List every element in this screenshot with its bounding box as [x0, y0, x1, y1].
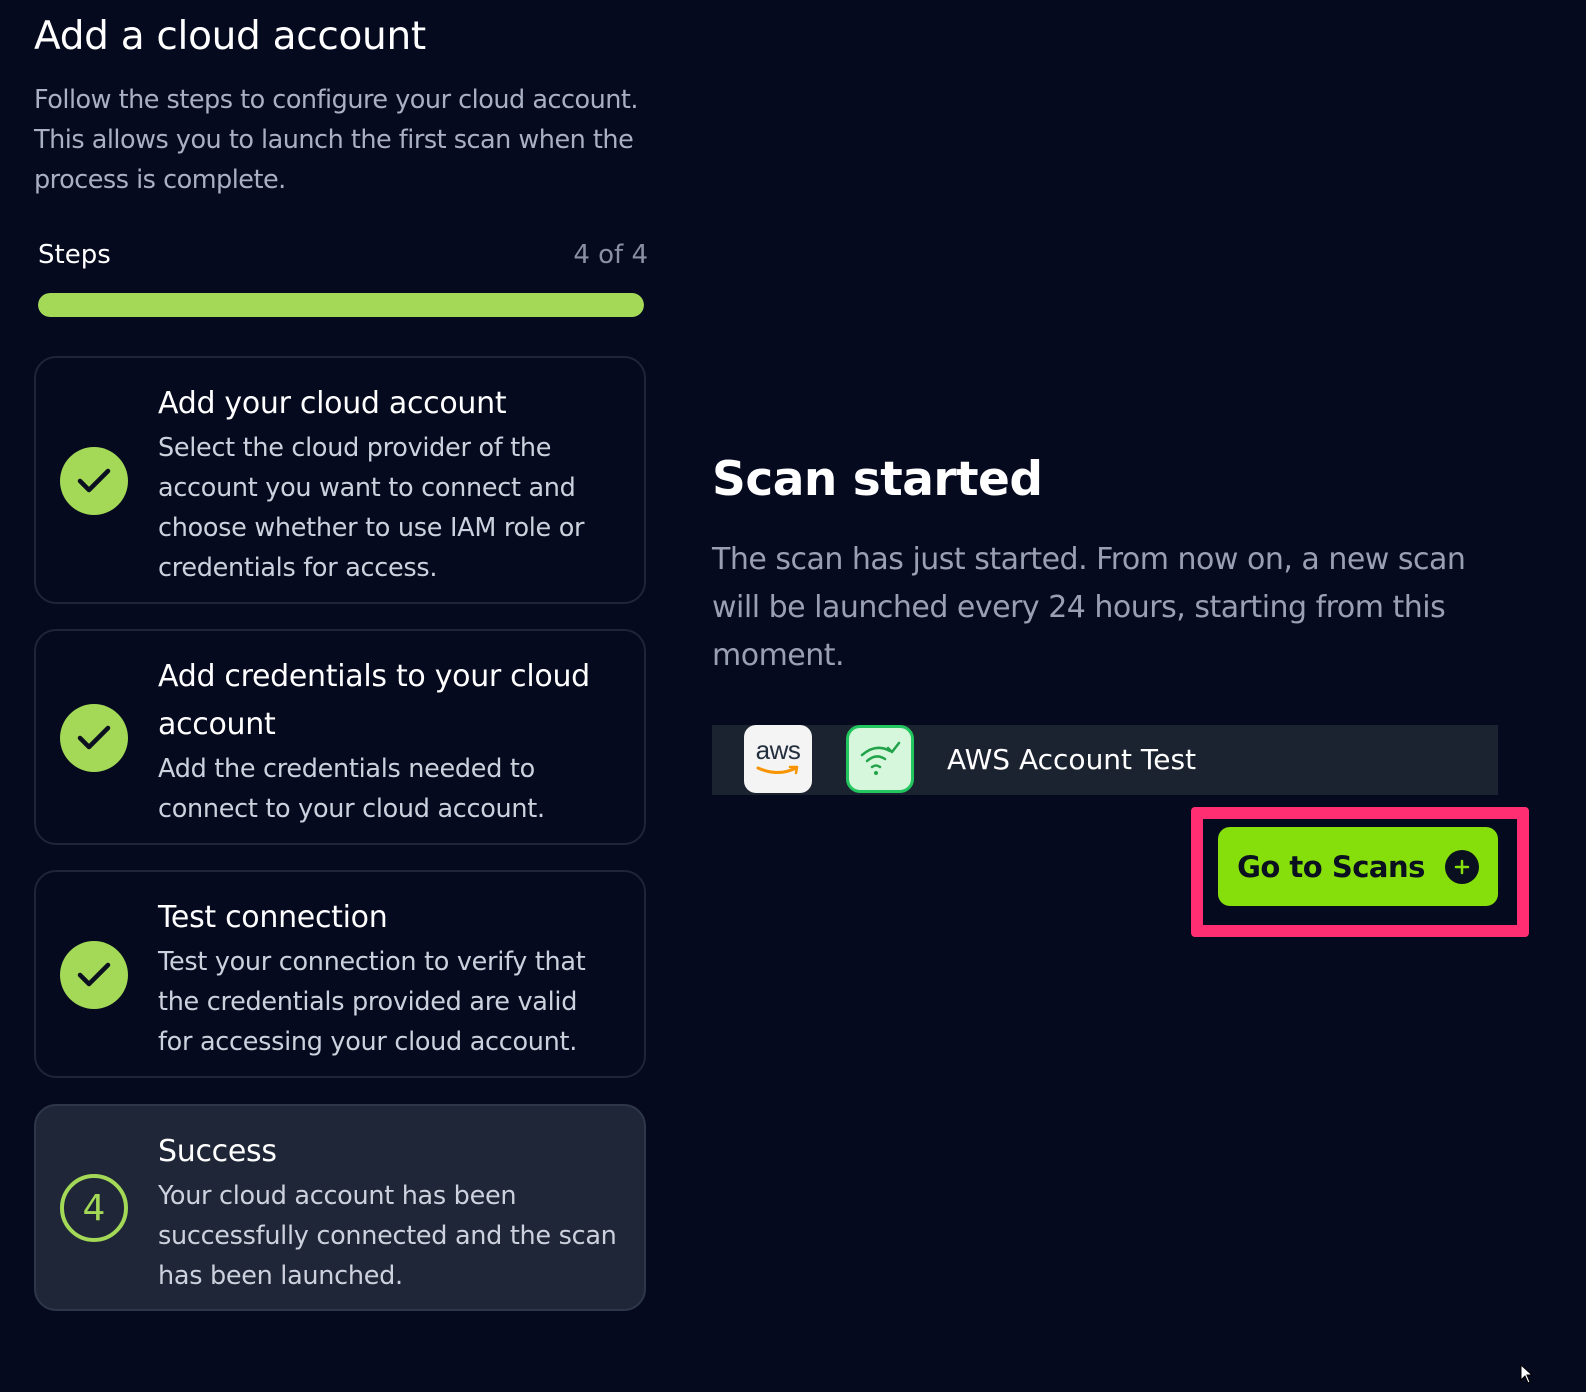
- step-title: Add your cloud account: [158, 386, 507, 421]
- scan-title: Scan started: [712, 452, 1043, 507]
- wifi-check-icon: [846, 725, 914, 793]
- step-card-test-connection[interactable]: Test connection Test your connection to …: [34, 870, 646, 1078]
- step-card-add-credentials[interactable]: Add credentials to your cloud account Ad…: [34, 629, 646, 845]
- plus-circle-icon: [1444, 849, 1479, 884]
- steps-count: 4 of 4: [573, 240, 648, 270]
- step-card-add-cloud-account[interactable]: Add your cloud account Select the cloud …: [34, 356, 646, 604]
- step-description: Your cloud account has been successfully…: [158, 1181, 617, 1291]
- step-title: Success: [158, 1134, 277, 1169]
- steps-label: Steps: [38, 240, 111, 270]
- mouse-cursor-icon: [1520, 1364, 1534, 1384]
- step-description: Test your connection to verify that the …: [158, 947, 586, 1057]
- page: Add a cloud account Follow the steps to …: [0, 0, 1586, 1392]
- page-subtitle: Follow the steps to configure your cloud…: [34, 85, 639, 195]
- go-to-scans-button[interactable]: Go to Scans: [1218, 827, 1498, 906]
- check-icon: [60, 941, 128, 1009]
- check-icon: [60, 447, 128, 515]
- go-to-scans-label: Go to Scans: [1237, 849, 1425, 884]
- step-number-badge: 4: [60, 1174, 128, 1242]
- aws-logo-text: aws: [755, 735, 801, 765]
- aws-logo-icon: aws: [744, 725, 812, 793]
- account-row: aws AWS Account Test: [712, 725, 1498, 795]
- step-description: Select the cloud provider of the account…: [158, 433, 585, 583]
- progress-bar: [38, 293, 644, 317]
- check-icon: [60, 704, 128, 772]
- progress-bar-fill: [38, 293, 644, 317]
- step-title: Test connection: [158, 900, 388, 935]
- account-name: AWS Account Test: [947, 743, 1197, 776]
- step-description: Add the credentials needed to connect to…: [158, 754, 545, 824]
- step-card-success[interactable]: 4 Success Your cloud account has been su…: [34, 1104, 646, 1311]
- page-title: Add a cloud account: [34, 14, 426, 59]
- step-title: Add credentials to your cloud account: [158, 659, 590, 742]
- scan-description: The scan has just started. From now on, …: [712, 542, 1466, 673]
